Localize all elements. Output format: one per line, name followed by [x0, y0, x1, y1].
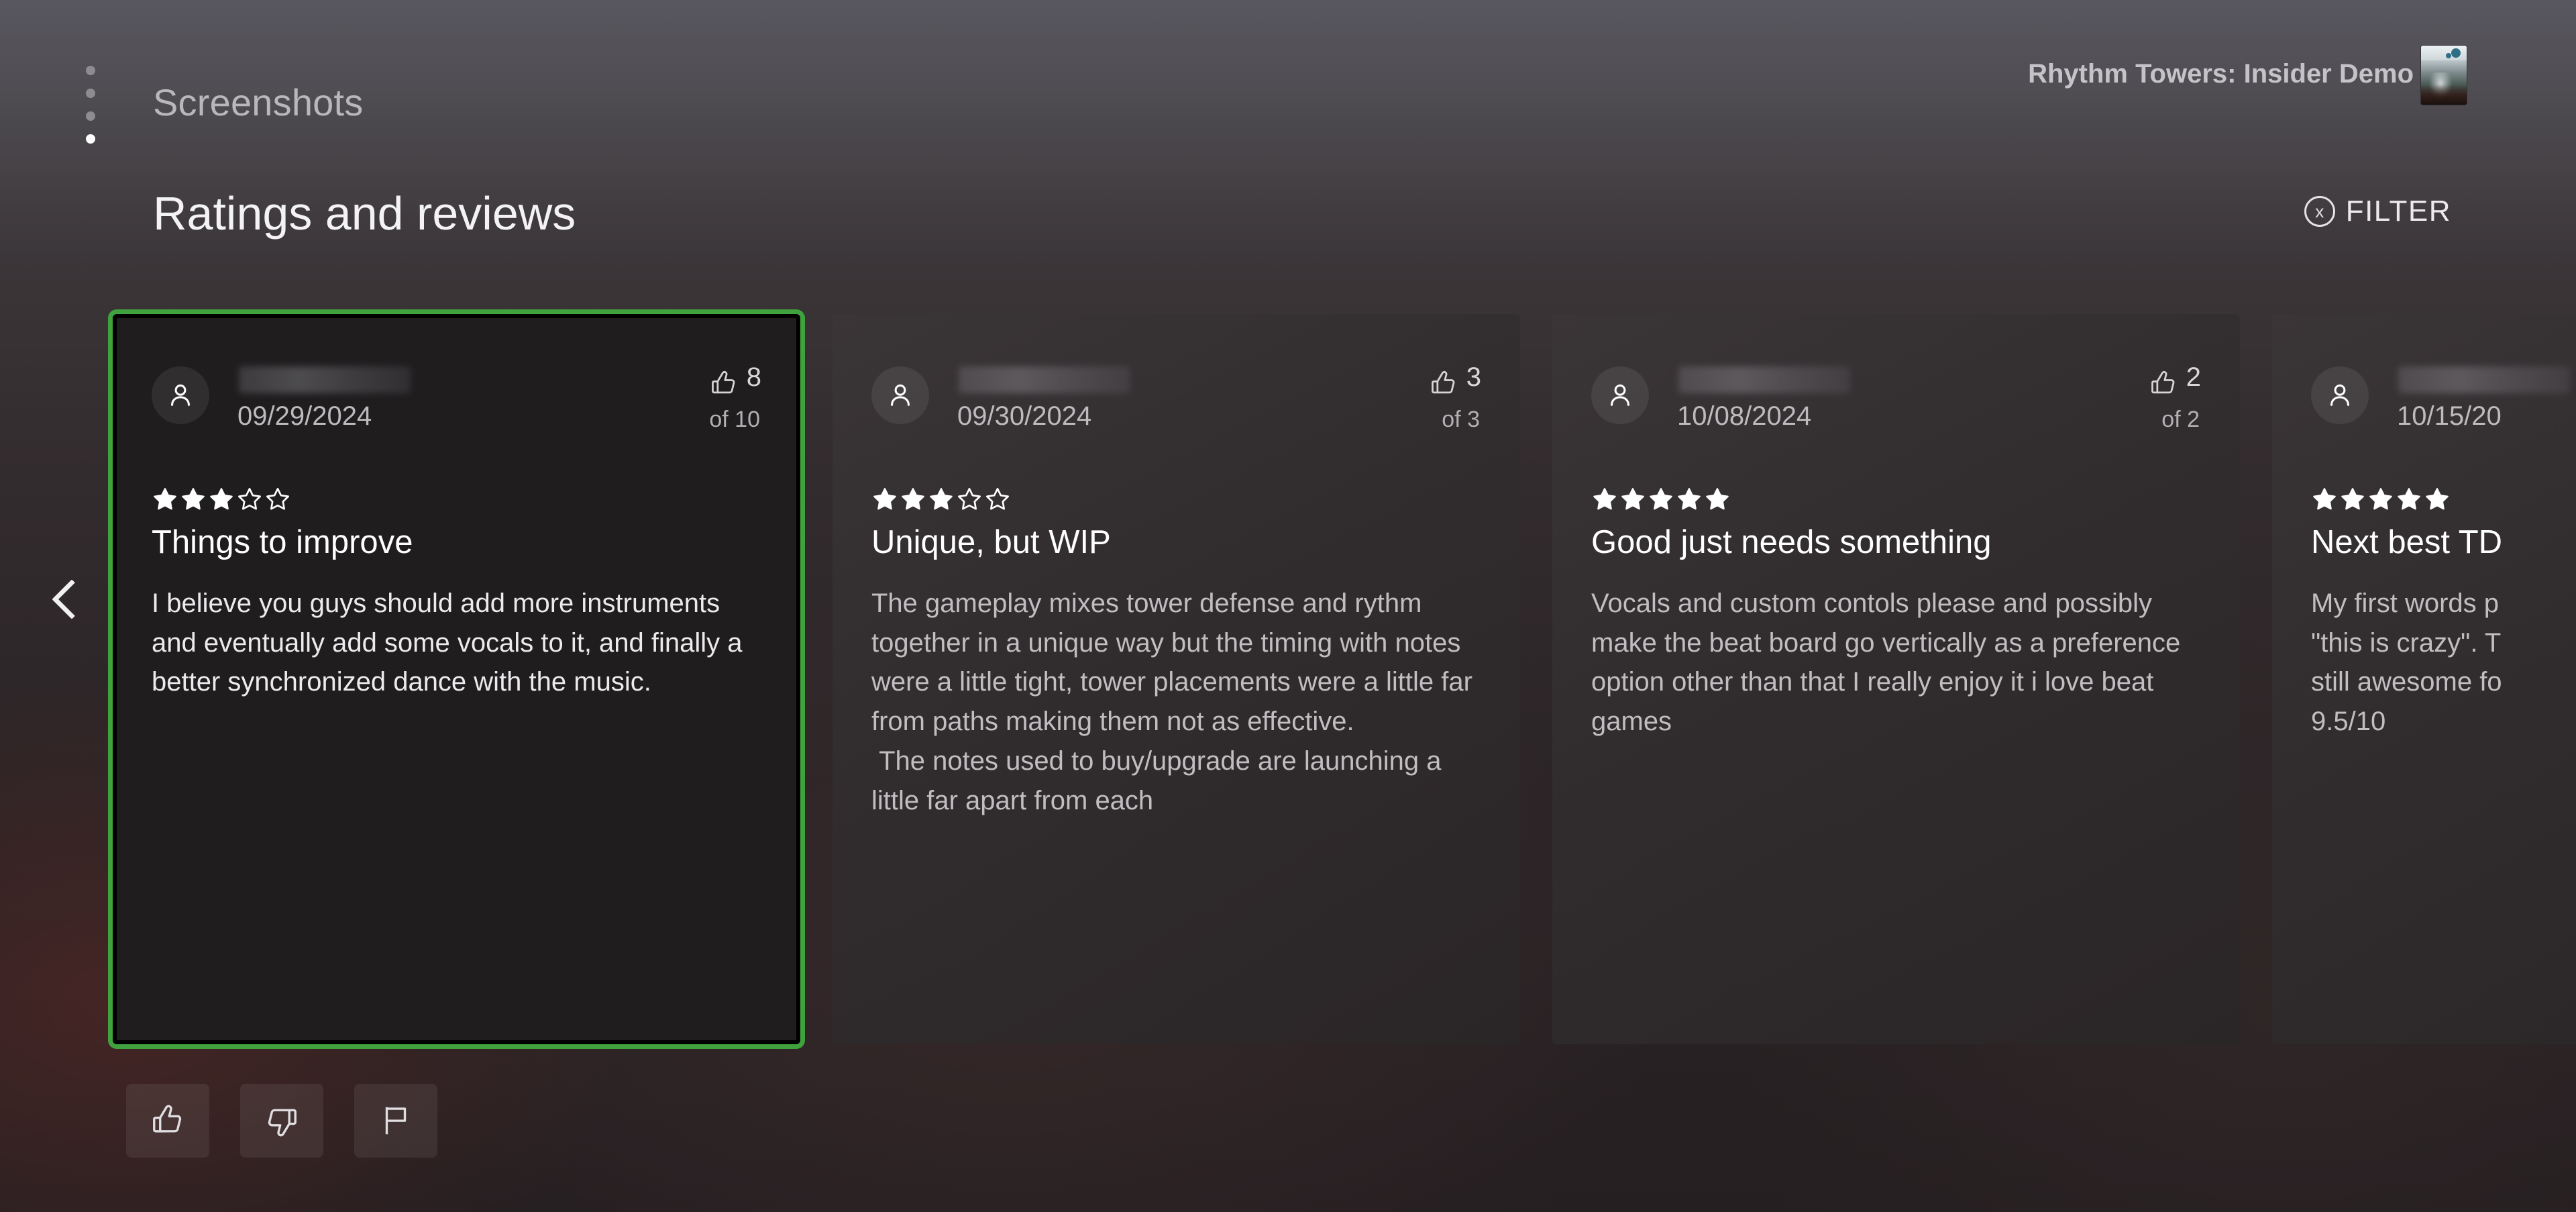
star-rating [1591, 486, 2201, 513]
flag-icon [385, 1107, 407, 1135]
page-dot-4-active [86, 134, 95, 144]
review-card-header: 09/29/2024 8 of 10 [152, 357, 761, 483]
star-filled-icon [873, 488, 896, 510]
avatar [871, 366, 929, 424]
filter-button-label: FILTER [2345, 195, 2451, 228]
game-title: Rhythm Towers: Insider Demo [2028, 59, 2414, 89]
helpful-count-row: 2 [2149, 364, 2201, 399]
page-title: Ratings and reviews [153, 187, 576, 240]
helpful-votes: 3 of 3 [1429, 364, 1481, 433]
star-filled-icon [1678, 488, 1701, 510]
helpful-count-row: 8 [709, 364, 761, 399]
reviewer-name-redacted [1678, 366, 1850, 393]
avatar [152, 366, 209, 424]
review-title: Unique, but WIP [871, 524, 1111, 560]
thumbs-up-icon [153, 1105, 182, 1133]
page-dot-1 [86, 66, 95, 75]
helpful-total: of 10 [709, 407, 760, 432]
thumbs-up-icon [711, 370, 735, 394]
game-boxart-thumbnail [2421, 46, 2467, 105]
review-card[interactable]: 10/08/2024 2 of 2 Good just needs someth… [1552, 314, 2240, 1044]
review-date: 09/29/2024 [237, 401, 372, 431]
star-empty-icon [266, 488, 289, 510]
filter-button[interactable]: x FILTER [2304, 195, 2451, 228]
reviewer-name-redacted [959, 366, 1130, 393]
avatar [2311, 366, 2369, 424]
star-filled-icon [1650, 488, 1672, 510]
helpful-count-row: 3 [1429, 364, 1481, 399]
helpful-votes: 8 of 10 [709, 364, 761, 433]
page-indicator-dots [86, 66, 95, 144]
review-body: The gameplay mixes tower defense and ryt… [871, 588, 1472, 815]
dislike-review-button[interactable] [240, 1084, 323, 1158]
star-filled-icon [2313, 488, 2336, 510]
star-rating [152, 486, 761, 513]
thumbs-up-icon [2151, 370, 2175, 394]
page-dot-3 [86, 111, 95, 121]
reviewer-name-redacted [2398, 366, 2570, 393]
boxart-shadow [2421, 85, 2467, 105]
review-cards-track: 09/29/2024 8 of 10 Things to improve I b… [113, 314, 2576, 1044]
thumbs-up-icon [1431, 370, 1455, 394]
review-body: Vocals and custom contols please and pos… [1591, 588, 2188, 737]
page-dot-2 [86, 89, 95, 98]
helpful-votes: 2 of 2 [2149, 364, 2201, 433]
like-review-button[interactable] [126, 1084, 209, 1158]
star-filled-icon [1593, 488, 1616, 510]
review-body: I believe you guys should add more instr… [152, 588, 750, 697]
star-rating [2311, 486, 2576, 513]
breadcrumb-screenshots[interactable]: Screenshots [153, 81, 363, 124]
star-filled-icon [2398, 488, 2420, 510]
review-date: 09/30/2024 [957, 401, 1092, 431]
reviews-carousel: 09/29/2024 8 of 10 Things to improve I b… [0, 314, 2576, 1059]
review-body: My first words p "this is crazy". T stil… [2311, 588, 2502, 737]
star-filled-icon [2369, 488, 2392, 510]
star-filled-icon [182, 488, 205, 510]
review-title: Good just needs something [1591, 524, 1992, 560]
xbox-x-button-icon: x [2304, 196, 2335, 227]
review-card-header: 10/15/20 [2311, 357, 2576, 483]
review-card[interactable]: 09/29/2024 8 of 10 Things to improve I b… [113, 314, 800, 1044]
star-filled-icon [210, 488, 233, 510]
star-filled-icon [930, 488, 953, 510]
report-review-button[interactable] [354, 1084, 437, 1158]
helpful-count: 3 [1466, 362, 1481, 392]
review-title: Things to improve [152, 524, 413, 560]
star-filled-icon [902, 488, 924, 510]
review-card[interactable]: 10/15/20 Next best TD My first words p "… [2272, 314, 2576, 1044]
review-date: 10/15/20 [2397, 401, 2502, 431]
helpful-total: of 3 [1442, 407, 1480, 432]
reviewer-name-redacted [239, 366, 411, 393]
review-card-header: 10/08/2024 2 of 2 [1591, 357, 2201, 483]
star-filled-icon [2341, 488, 2364, 510]
review-date: 10/08/2024 [1677, 401, 1812, 431]
star-empty-icon [986, 488, 1009, 510]
review-card[interactable]: 09/30/2024 3 of 3 Unique, but WIP The ga… [833, 314, 1520, 1044]
thumbs-down-icon [268, 1109, 297, 1137]
review-title: Next best TD [2311, 524, 2503, 560]
avatar [1591, 366, 1649, 424]
star-filled-icon [2426, 488, 2449, 510]
star-empty-icon [958, 488, 981, 510]
star-filled-icon [1621, 488, 1644, 510]
carousel-prev-arrow-button[interactable] [42, 562, 102, 636]
star-empty-icon [238, 488, 261, 510]
helpful-count: 2 [2186, 362, 2201, 392]
top-bar: Screenshots Rhythm Towers: Insider Demo [0, 0, 2576, 154]
chevron-left-icon [52, 579, 92, 619]
boxart-logo [2451, 48, 2461, 58]
x-glyph: x [2315, 201, 2324, 221]
helpful-count: 8 [746, 362, 761, 392]
star-filled-icon [1706, 488, 1729, 510]
helpful-total: of 2 [2161, 407, 2200, 432]
review-action-buttons [126, 1084, 437, 1158]
star-rating [871, 486, 1481, 513]
review-card-header: 09/30/2024 3 of 3 [871, 357, 1481, 483]
xbox-reviews-screen: Screenshots Rhythm Towers: Insider Demo … [0, 0, 2576, 1212]
star-filled-icon [154, 488, 176, 510]
